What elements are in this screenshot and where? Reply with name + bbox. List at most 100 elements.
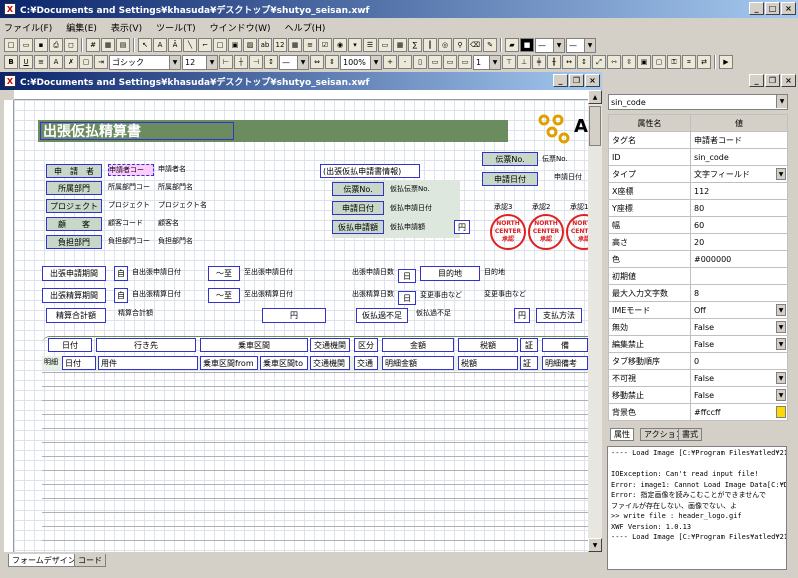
detail-amount[interactable]: 明細金額 [382, 356, 454, 370]
textarea-tool-icon[interactable]: ≡ [303, 38, 317, 52]
label-change-reason[interactable]: 変更事由など [420, 290, 462, 300]
field-apply-end[interactable]: 至出張申請日付 [244, 267, 293, 277]
col-date[interactable]: 日付 [48, 338, 92, 352]
radio-tool-icon[interactable]: ◉ [333, 38, 347, 52]
col-transport[interactable]: 交通機関 [310, 338, 350, 352]
label-info-amount[interactable]: 仮払申請額 [332, 220, 384, 234]
field-info-amount[interactable]: 仮払申請額 [390, 222, 425, 232]
new-file-icon[interactable]: □ [4, 38, 18, 52]
align-v-icon[interactable]: ╫ [547, 55, 561, 69]
prop-value-color[interactable]: #ffccff [690, 403, 788, 421]
label-destination[interactable]: 目的地 [420, 266, 480, 281]
space-h-icon[interactable]: ⇿ [607, 55, 621, 69]
align-right-icon[interactable]: ⊣ [249, 55, 263, 69]
table-icon[interactable]: ▦ [101, 38, 115, 52]
field-customer-name[interactable]: 顧客名 [158, 218, 179, 228]
field-destination[interactable]: 目的地 [484, 267, 505, 277]
detail-date[interactable]: 日付 [62, 356, 96, 370]
size-icon[interactable]: ⇕ [325, 55, 339, 69]
approval-stamp-1[interactable]: NORTHCENTER承認 [566, 214, 588, 250]
prop-value[interactable]: 8 [690, 284, 788, 302]
stamp-tool-icon[interactable]: ◎ [438, 38, 452, 52]
group-icon[interactable]: ▭ [443, 55, 457, 69]
prop-value[interactable]: 20 [690, 233, 788, 251]
indent-icon[interactable]: ⇥ [94, 55, 108, 69]
prop-value[interactable]: 60 [690, 216, 788, 234]
panel-minimize-button[interactable]: _ [749, 74, 764, 87]
prop-value-dropdown[interactable]: Off ▼ [690, 301, 788, 319]
pointer-icon[interactable]: ↖ [138, 38, 152, 52]
field-dept-name[interactable]: 所属部門名 [158, 182, 193, 192]
detail-to[interactable]: 乗車区間to [260, 356, 308, 370]
child-minimize-button[interactable]: _ [553, 74, 568, 87]
eraser-icon[interactable]: ⌫ [468, 38, 482, 52]
prop-value[interactable]: 112 [690, 182, 788, 200]
detail-transport[interactable]: 交通機関 [310, 356, 350, 370]
layer-icon[interactable]: ▭ [428, 55, 442, 69]
run-icon[interactable]: ▶ [719, 55, 733, 69]
save-icon[interactable]: ▪ [34, 38, 48, 52]
prop-value[interactable]: 80 [690, 199, 788, 217]
valign-icon[interactable]: ↕ [264, 55, 278, 69]
front-icon[interactable]: ▣ [637, 55, 651, 69]
label-project[interactable]: プロジェクト [46, 199, 102, 213]
style-icon[interactable]: ✗ [64, 55, 78, 69]
menu-view[interactable]: 表示(V) [111, 21, 142, 34]
image-tool-icon[interactable]: ▨ [243, 38, 257, 52]
lock-icon[interactable]: ⚿ [667, 55, 681, 69]
menu-window[interactable]: ウインドウ(W) [210, 21, 271, 34]
font-family-select[interactable]: ゴシック ▼ [109, 54, 181, 70]
label-burden-dept[interactable]: 負担部門 [46, 235, 102, 249]
line-width-select[interactable]: 1 ▼ [473, 54, 501, 70]
font-size-select[interactable]: 12 ▼ [182, 54, 218, 70]
space-v-icon[interactable]: ⇳ [622, 55, 636, 69]
label-dept[interactable]: 所属部門 [46, 181, 102, 195]
field-voucher-no[interactable]: 伝票No. [542, 154, 568, 164]
canvas-vertical-scrollbar[interactable]: ▲ ▼ [588, 90, 602, 552]
calc-tool-icon[interactable]: ∑ [408, 38, 422, 52]
detail-note[interactable]: 明細備考 [542, 356, 588, 370]
close-button[interactable]: × [781, 2, 796, 15]
field-dept-code[interactable]: 所属部門コー [108, 182, 150, 192]
list-tool-icon[interactable]: ☰ [363, 38, 377, 52]
scroll-thumb[interactable] [589, 106, 601, 146]
prop-value[interactable]: 0 [690, 352, 788, 370]
print-icon[interactable]: ⎙ [49, 38, 63, 52]
underline-icon[interactable]: U [19, 55, 33, 69]
approval-stamp-3[interactable]: NORTH CENTER 承認 [490, 214, 526, 250]
distribute-icon[interactable]: ⇔ [310, 55, 324, 69]
field-burden-name[interactable]: 負担部門名 [158, 236, 193, 246]
prop-value-dropdown[interactable]: False ▼ [690, 386, 788, 404]
field-project-code[interactable]: プロジェクト [108, 200, 150, 210]
align-top-icon[interactable]: ⊤ [502, 55, 516, 69]
label-voucher-no[interactable]: 伝票No. [482, 152, 538, 166]
fill-color-icon[interactable]: ▰ [505, 38, 519, 52]
tab-code[interactable]: コード [74, 554, 106, 567]
prop-value-dropdown[interactable]: False ▼ [690, 318, 788, 336]
info-header[interactable]: (出張仮払申請書情報) [320, 164, 420, 178]
label-applicant[interactable]: 申 請 者 [46, 164, 102, 178]
ungroup-icon[interactable]: ▭ [458, 55, 472, 69]
panel-restore-button[interactable]: ❐ [765, 74, 780, 87]
menu-help[interactable]: ヘルプ(H) [285, 21, 326, 34]
prop-value[interactable]: #000000 [690, 250, 788, 268]
prop-value-dropdown[interactable]: False ▼ [690, 369, 788, 387]
field-applicant-code[interactable]: 申請者コー [108, 164, 154, 176]
rectangle-tool-icon[interactable]: □ [213, 38, 227, 52]
panel-close-button[interactable]: × [781, 74, 796, 87]
label-customer[interactable]: 顧 客 [46, 217, 102, 231]
detail-from[interactable]: 乗車区間from [200, 356, 258, 370]
prop-value-dropdown[interactable]: 文字フィールド ▼ [690, 165, 788, 183]
combo-tool-icon[interactable]: ▾ [348, 38, 362, 52]
field-burden-code[interactable]: 負担部門コー [108, 236, 150, 246]
checkbox-tool-icon[interactable]: ☑ [318, 38, 332, 52]
text-field-tool-icon[interactable]: ab [258, 38, 272, 52]
table-tool-icon[interactable]: ▦ [393, 38, 407, 52]
back-icon[interactable]: ▢ [652, 55, 666, 69]
scroll-down-button[interactable]: ▼ [588, 538, 602, 552]
preview-icon[interactable]: ◻ [64, 38, 78, 52]
field-info-voucher[interactable]: 仮払伝票No. [390, 184, 430, 194]
menu-tools[interactable]: ツール(T) [156, 21, 196, 34]
align-bottom-icon[interactable]: ⊥ [517, 55, 531, 69]
field-project-name[interactable]: プロジェクト名 [158, 200, 207, 210]
